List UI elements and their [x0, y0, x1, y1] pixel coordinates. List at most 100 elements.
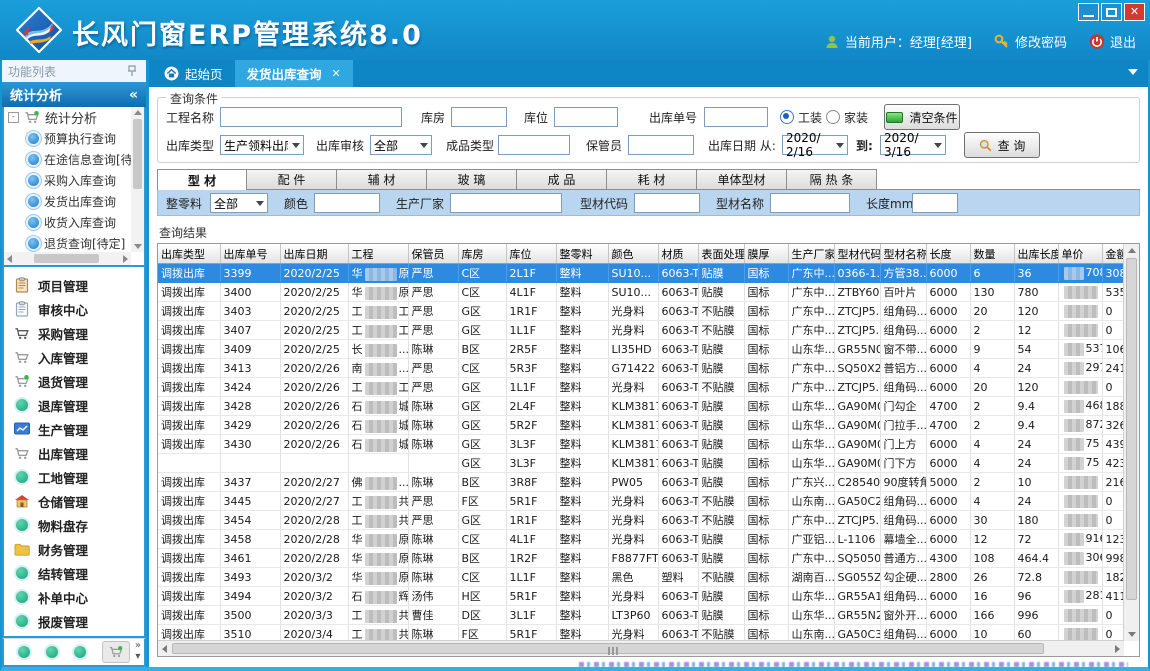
table-cell[interactable]: 6000 [926, 435, 970, 454]
table-cell[interactable]: 整料 [556, 435, 608, 454]
table-cell[interactable]: 6063-T5 [658, 283, 698, 302]
radio-jiazhuang[interactable]: 家装 [826, 106, 868, 128]
table-cell[interactable]: 0 [1102, 511, 1124, 530]
table-cell[interactable]: 916 [1058, 530, 1102, 549]
table-cell[interactable]: 6000 [926, 454, 970, 473]
table-cell[interactable]: 国标 [744, 530, 788, 549]
column-header-19[interactable]: 金额 [1102, 244, 1124, 264]
table-cell[interactable]: 2020/2/28 [280, 549, 348, 568]
logout-button[interactable]: 退出 [1089, 32, 1136, 51]
table-cell[interactable]: 整料 [556, 587, 608, 606]
table-cell[interactable]: 广东中... [788, 302, 834, 321]
sidebar-section-header[interactable]: 统计分析 « [2, 82, 146, 107]
table-cell[interactable]: 90度转角 [880, 473, 926, 492]
table-cell[interactable]: 整料 [556, 454, 608, 473]
tree-item-4[interactable]: 收货入库查询 [4, 212, 131, 233]
table-cell[interactable]: 708 [1058, 264, 1102, 283]
project-name-input[interactable] [220, 107, 402, 127]
menu-item-5[interactable]: 退库管理 [4, 393, 144, 417]
table-cell[interactable]: 2R5F [506, 340, 556, 359]
table-cell[interactable]: 72 [1014, 530, 1058, 549]
profile-code-input[interactable] [634, 193, 700, 213]
material-tab-5[interactable]: 耗 材 [607, 169, 697, 189]
table-row[interactable]: 调拨出库34092020/2/25长...陈琳B区2R5F整料LI35HD606… [158, 340, 1124, 359]
table-cell[interactable]: 2800 [926, 568, 970, 587]
table-cell[interactable]: 组角码... [880, 587, 926, 606]
table-cell[interactable]: 调拨出库 [158, 378, 220, 397]
table-cell[interactable]: 423 [1102, 454, 1124, 473]
table-cell[interactable]: 4L1F [506, 283, 556, 302]
table-cell[interactable]: 不贴膜 [698, 568, 744, 587]
menu-item-14[interactable]: 报废管理 [4, 609, 144, 633]
table-cell[interactable]: 组角码... [880, 321, 926, 340]
table-cell[interactable]: LI35HD [608, 340, 658, 359]
table-cell[interactable]: 3500 [220, 606, 280, 625]
table-cell[interactable]: 国标 [744, 473, 788, 492]
table-cell[interactable]: 工工程 [348, 378, 408, 397]
table-cell[interactable]: 山东华... [788, 397, 834, 416]
table-cell[interactable]: 国标 [744, 568, 788, 587]
table-cell[interactable]: 6 [970, 264, 1014, 283]
table-cell[interactable]: 贴膜 [698, 473, 744, 492]
table-cell[interactable]: 2020/2/27 [280, 492, 348, 511]
material-tab-7[interactable]: 隔 热 条 [787, 169, 877, 189]
column-header-7[interactable]: 整零料 [556, 244, 608, 264]
table-cell[interactable]: 塑料 [658, 568, 698, 587]
scroll-right-icon[interactable] [123, 255, 128, 263]
table-cell[interactable]: PW05 [608, 473, 658, 492]
column-header-15[interactable]: 长度 [926, 244, 970, 264]
table-cell[interactable]: ZTCJP5... [834, 321, 880, 340]
table-cell[interactable]: 国标 [744, 302, 788, 321]
table-cell[interactable]: 国标 [744, 397, 788, 416]
table-cell[interactable]: 陈琳 [408, 397, 458, 416]
table-cell[interactable]: 陈琳 [408, 530, 458, 549]
table-row[interactable]: 调拨出库34032020/2/25工工程严思G区1R1F整料光身料6063-T5… [158, 302, 1124, 321]
table-cell[interactable]: 24 [1014, 435, 1058, 454]
table-cell[interactable]: 贴膜 [698, 587, 744, 606]
table-cell[interactable]: 华原... [348, 283, 408, 302]
table-cell[interactable]: 不贴膜 [698, 302, 744, 321]
table-cell[interactable]: 1L1F [506, 378, 556, 397]
column-header-10[interactable]: 表面处理 [698, 244, 744, 264]
table-cell[interactable]: 严思 [408, 492, 458, 511]
table-cell[interactable]: 75 [1058, 435, 1102, 454]
table-cell[interactable]: 国标 [744, 435, 788, 454]
table-cell[interactable]: 6063-T5 [658, 435, 698, 454]
table-cell[interactable]: C28540B [834, 473, 880, 492]
grid-scroll-thumb-h[interactable] [172, 643, 1044, 654]
table-cell[interactable]: 工共工程 [348, 511, 408, 530]
table-cell[interactable]: 陈琳 [408, 625, 458, 642]
table-cell[interactable]: 光身料 [608, 492, 658, 511]
table-cell[interactable]: 国标 [744, 321, 788, 340]
table-cell[interactable]: 439 [1102, 435, 1124, 454]
table-cell[interactable]: F区 [458, 625, 506, 642]
table-cell[interactable]: 2020/2/25 [280, 302, 348, 321]
table-cell[interactable]: 黑色 [608, 568, 658, 587]
menu-item-3[interactable]: 入库管理 [4, 345, 144, 369]
expander-icon[interactable]: - [8, 112, 19, 123]
column-header-17[interactable]: 出库长度 [1014, 244, 1058, 264]
table-cell[interactable]: G区 [458, 397, 506, 416]
table-cell[interactable]: 石城 [348, 397, 408, 416]
table-cell[interactable]: 山东华... [788, 435, 834, 454]
table-cell[interactable]: 3430 [220, 435, 280, 454]
table-row[interactable]: 调拨出库34942020/3/2石辉城汤伟H区5R1F整料光身料6063-T5贴… [158, 587, 1124, 606]
table-cell[interactable]: 26 [970, 568, 1014, 587]
table-cell[interactable]: 6063-T5 [658, 473, 698, 492]
whole-part-select[interactable]: 全部 [210, 193, 268, 213]
table-cell[interactable]: 严思 [408, 359, 458, 378]
table-cell[interactable]: D区 [458, 606, 506, 625]
table-cell[interactable]: 5R1F [506, 587, 556, 606]
tree-item-2[interactable]: 采购入库查询 [4, 170, 131, 191]
table-cell[interactable]: G区 [458, 302, 506, 321]
table-cell[interactable]: 6000 [926, 302, 970, 321]
table-cell[interactable]: 山东华... [788, 340, 834, 359]
table-cell[interactable]: 严思 [408, 511, 458, 530]
table-cell[interactable]: 998 [1102, 549, 1124, 568]
table-cell[interactable]: 2020/2/28 [280, 511, 348, 530]
table-cell[interactable]: 10 [970, 625, 1014, 642]
tree-item-0[interactable]: 预算执行查询 [4, 128, 131, 149]
table-cell[interactable]: 贴膜 [698, 416, 744, 435]
table-cell[interactable]: 3437 [220, 473, 280, 492]
table-row[interactable]: 调拨出库34452020/2/27工共工程严思F区5R1F整料光身料6063-T… [158, 492, 1124, 511]
